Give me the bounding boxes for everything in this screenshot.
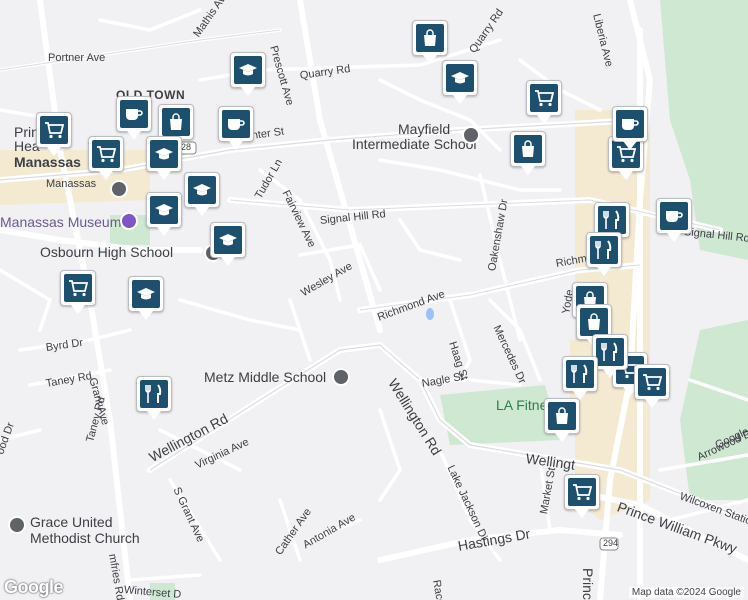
fork-knife-icon [601,342,618,361]
graduation-cap-icon [219,234,237,246]
restaurant-marker[interactable] [562,356,598,400]
school-marker[interactable] [184,172,220,216]
graduation-cap-icon [193,184,211,196]
shopping-cart-icon [97,146,116,163]
school-poi-metz[interactable] [332,368,350,386]
grocery-marker[interactable] [36,112,72,156]
road-label-portner-ave: Portner Ave [48,52,106,64]
restaurant-marker[interactable] [136,376,172,420]
shopping-cart-icon [45,122,64,139]
shopping-bag-icon [170,113,182,130]
shopping-bag-icon [424,29,436,46]
graduation-cap-icon [239,64,257,76]
shopping-cart-icon [643,374,662,391]
shopping-cart-icon [573,484,592,501]
place-label-metz-middle-school: Metz Middle School [204,369,327,385]
shopping-bag-icon [522,140,534,157]
place-label-manassas-city: Manassas [14,154,81,170]
place-label-grace-united: Grace United [30,514,113,530]
graduation-cap-icon [155,204,173,216]
school-marker[interactable] [230,52,266,96]
grocery-marker[interactable] [88,136,124,180]
place-label-osbourn-high-school: Osbourn High School [40,244,174,260]
grocery-marker[interactable] [564,474,600,518]
place-label-mayfield-school: Intermediate School [352,136,477,152]
coffee-cup-icon [622,119,639,130]
coffee-cup-icon [126,109,143,120]
place-label-manassas-museum: Manassas Museum [0,214,122,230]
place-label-grace-united-church: Methodist Church [30,530,140,546]
place-label-manassas-station: Manassas [46,178,97,190]
coffee-cup-icon [228,119,245,130]
shopping-cart-icon [69,280,88,297]
school-marker[interactable] [442,60,478,104]
cafe-marker[interactable] [218,106,254,150]
train-station-poi[interactable] [110,180,128,198]
school-marker[interactable] [210,222,246,266]
road-label-prince-w: Prince W [580,568,596,600]
fork-knife-icon [603,210,620,229]
school-marker[interactable] [146,192,182,236]
shopping-marker[interactable] [412,20,448,64]
cafe-marker[interactable] [656,198,692,242]
school-poi-mayfield[interactable] [462,126,480,144]
coffee-cup-icon [666,211,683,222]
church-poi[interactable] [8,516,26,534]
fork-knife-icon [145,384,162,403]
cafe-marker[interactable] [612,106,648,150]
graduation-cap-icon [155,148,173,160]
graduation-cap-icon [451,72,469,84]
shopping-marker[interactable] [510,131,546,175]
map-attribution: Map data ©2024 Google [628,587,744,598]
fork-knife-icon [571,364,588,383]
graduation-cap-icon [137,288,155,300]
museum-poi[interactable] [120,212,138,230]
shopping-bag-icon [556,407,568,424]
grocery-marker[interactable] [526,80,562,124]
restaurant-marker[interactable] [586,232,622,276]
shopping-cart-icon [535,90,554,107]
fork-knife-icon [595,240,612,259]
place-label-la-fitness: LA Fitne [496,397,548,413]
grocery-marker[interactable] [60,270,96,314]
school-marker[interactable] [128,276,164,320]
cafe-marker[interactable] [116,96,152,140]
map-canvas[interactable]: Portner Ave Prescott Ave Mathis Ave Quar… [0,0,748,600]
school-marker[interactable] [146,136,182,180]
route-shield-294: 294 [603,538,619,548]
shopping-marker[interactable] [158,104,194,148]
google-logo: Google [4,577,64,597]
shopping-bag-icon [588,313,600,330]
shopping-marker[interactable] [544,398,580,442]
grocery-marker[interactable] [634,364,670,408]
place-label-mayfield: Mayfield [398,121,451,137]
